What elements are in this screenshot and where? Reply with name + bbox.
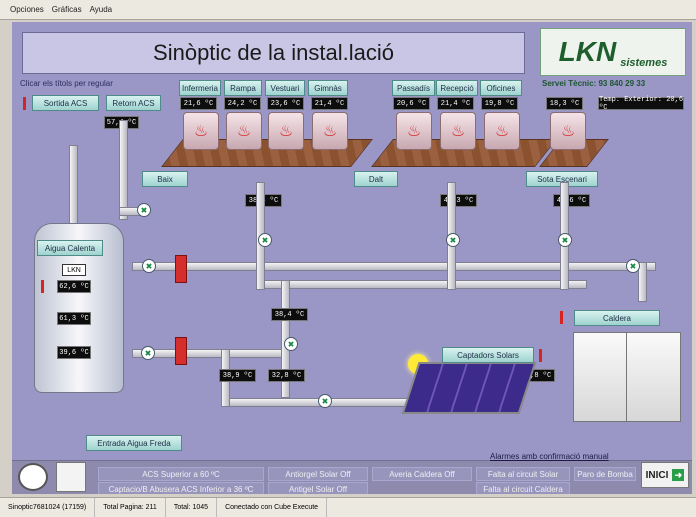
temp-oficines: 19,8 ºC xyxy=(481,97,518,110)
menu-graficas[interactable]: Gráficas xyxy=(52,5,82,14)
supply-main-pipe xyxy=(132,262,656,271)
alarm-circuit-solar[interactable]: Falta al circuit Solar xyxy=(476,467,570,481)
return-main-pipe xyxy=(257,280,587,289)
tab-oficines[interactable]: Oficines xyxy=(480,80,522,96)
valve-icon[interactable]: ✖ xyxy=(446,233,460,247)
status-screen: Sinoptic7681024 (17159) xyxy=(0,498,96,517)
alarm-acs-inferior[interactable]: Captacio/B Abusera ACS Inferior a 36 ºC xyxy=(98,482,264,494)
tab-vestuari[interactable]: Vestuari xyxy=(265,80,305,96)
tank-temp-top: 62,6 ºC xyxy=(57,280,91,293)
solar-captors-button[interactable]: Captadors Solars xyxy=(442,347,534,363)
tank-temp-bottom: 39,6 ºC xyxy=(57,346,91,359)
temp-sota: 49,6 ºC xyxy=(553,194,590,207)
status-total: Total: 1045 xyxy=(166,498,218,517)
heat-exchanger-icon xyxy=(175,337,187,365)
service-phone: Servei Tècnic: 93 840 29 33 xyxy=(542,79,646,88)
synoptic-stage: Sinòptic de la instal.lació LKN sistemes … xyxy=(12,22,692,494)
tab-gimnas[interactable]: Gimnàs xyxy=(308,80,348,96)
zone-baix-button[interactable]: Baix xyxy=(142,171,188,187)
button-sortida-acs[interactable]: Sortida ACS xyxy=(32,95,99,111)
button-retorn-acs[interactable]: Retorn ACS xyxy=(106,95,161,111)
tab-passadis[interactable]: Passadís xyxy=(392,80,435,96)
status-indicator xyxy=(23,97,26,110)
alarm-circuit-caldera[interactable]: Falta al circuit Caldera xyxy=(476,482,570,494)
solar-in-temp: 38,9 ºC xyxy=(219,369,256,382)
valve-icon[interactable]: ✖ xyxy=(141,346,155,360)
solar-panel xyxy=(401,362,537,414)
temp-recepcio: 21,4 ºC xyxy=(437,97,474,110)
tank-label-button[interactable]: Aigua Calenta xyxy=(37,240,103,256)
alarm-paro-bomba[interactable]: Paro de Bomba xyxy=(574,467,636,481)
radiator-icon: ♨ xyxy=(396,112,432,150)
tank-indicator xyxy=(41,280,44,293)
radiator-icon: ♨ xyxy=(550,112,586,150)
boiler-unit xyxy=(626,332,681,422)
temp-gimnas: 21,4 ºC xyxy=(311,97,348,110)
caldera-button[interactable]: Caldera xyxy=(574,310,660,326)
company-logo: LKN sistemes xyxy=(540,28,686,76)
solar-indicator xyxy=(539,349,542,362)
radiator-icon: ♨ xyxy=(312,112,348,150)
menu-bar: Opciones Gráficas Ayuda xyxy=(0,0,696,20)
status-connection: Conectado con Cube Execute xyxy=(217,498,328,517)
solar-loop-pipe xyxy=(222,398,412,407)
hot-water-stack-pipe xyxy=(69,145,78,227)
tab-recepcio[interactable]: Recepció xyxy=(436,80,478,96)
radiator-icon: ♨ xyxy=(440,112,476,150)
arrow-right-icon: ➜ xyxy=(672,469,685,481)
valve-icon[interactable]: ✖ xyxy=(142,259,156,273)
outdoor-temp: Temp. Exterior: 20,6 ºC xyxy=(598,95,684,112)
caldera-indicator xyxy=(560,311,563,324)
tank-temp-middle: 61,3 ºC xyxy=(57,312,91,325)
temp-single-room: 18,3 ºC xyxy=(546,97,583,110)
valve-icon[interactable]: ✖ xyxy=(284,337,298,351)
status-page-total: Total Pagina: 211 xyxy=(95,498,166,517)
alarm-antiorgel[interactable]: Antiorgel Solar Off xyxy=(268,467,368,481)
solar-out-temp: 32,8 ºC xyxy=(268,369,305,382)
alarm-averia-caldera[interactable]: Averia Caldera Off xyxy=(372,467,472,481)
inici-button[interactable]: INICI ➜ xyxy=(641,462,689,488)
radiator-icon: ♨ xyxy=(183,112,219,150)
valve-icon[interactable]: ✖ xyxy=(558,233,572,247)
temp-passadis: 20,6 ºC xyxy=(393,97,430,110)
temp-dalt: 42,3 ºC xyxy=(440,194,477,207)
tank-logo: LKN xyxy=(62,264,86,276)
valve-icon[interactable]: ✖ xyxy=(318,394,332,408)
regulation-hint: Clicar els títols per regular xyxy=(20,79,113,88)
menu-ajuda[interactable]: Ayuda xyxy=(90,5,113,14)
alarm-antigel[interactable]: Antigel Solar Off xyxy=(268,482,368,494)
menu-opciones[interactable]: Opciones xyxy=(10,5,44,14)
radiator-icon: ♨ xyxy=(484,112,520,150)
temp-infermeria: 21,6 ºC xyxy=(180,97,217,110)
status-bar: Sinoptic7681024 (17159) Total Pagina: 21… xyxy=(0,497,696,517)
temp-rampa: 24,2 ºC xyxy=(224,97,261,110)
return-pipe xyxy=(119,120,128,220)
heat-exchanger-icon xyxy=(175,255,187,283)
entrada-aigua-freda-button[interactable]: Entrada Aigua Freda xyxy=(86,435,182,451)
radiator-icon: ♨ xyxy=(226,112,262,150)
valve-icon[interactable]: ✖ xyxy=(137,203,151,217)
return-temp: 38,4 ºC xyxy=(271,308,308,321)
alarms-heading: Alarmes amb confirmació manual xyxy=(490,452,609,461)
alarm-acs-superior[interactable]: ACS Superior a 60 ºC xyxy=(98,467,264,481)
clock-icon xyxy=(18,463,48,491)
tab-infermeria[interactable]: Infermeria xyxy=(179,80,221,96)
zone-dalt-button[interactable]: Dalt xyxy=(354,171,398,187)
tab-rampa[interactable]: Rampa xyxy=(224,80,262,96)
valve-icon[interactable]: ✖ xyxy=(258,233,272,247)
boiler-unit xyxy=(573,332,628,422)
radiator-icon: ♨ xyxy=(268,112,304,150)
page-title: Sinòptic de la instal.lació xyxy=(22,32,525,74)
valve-icon[interactable]: ✖ xyxy=(626,259,640,273)
thermometer-icon xyxy=(56,462,86,492)
temp-vestuari: 23,6 ºC xyxy=(267,97,304,110)
